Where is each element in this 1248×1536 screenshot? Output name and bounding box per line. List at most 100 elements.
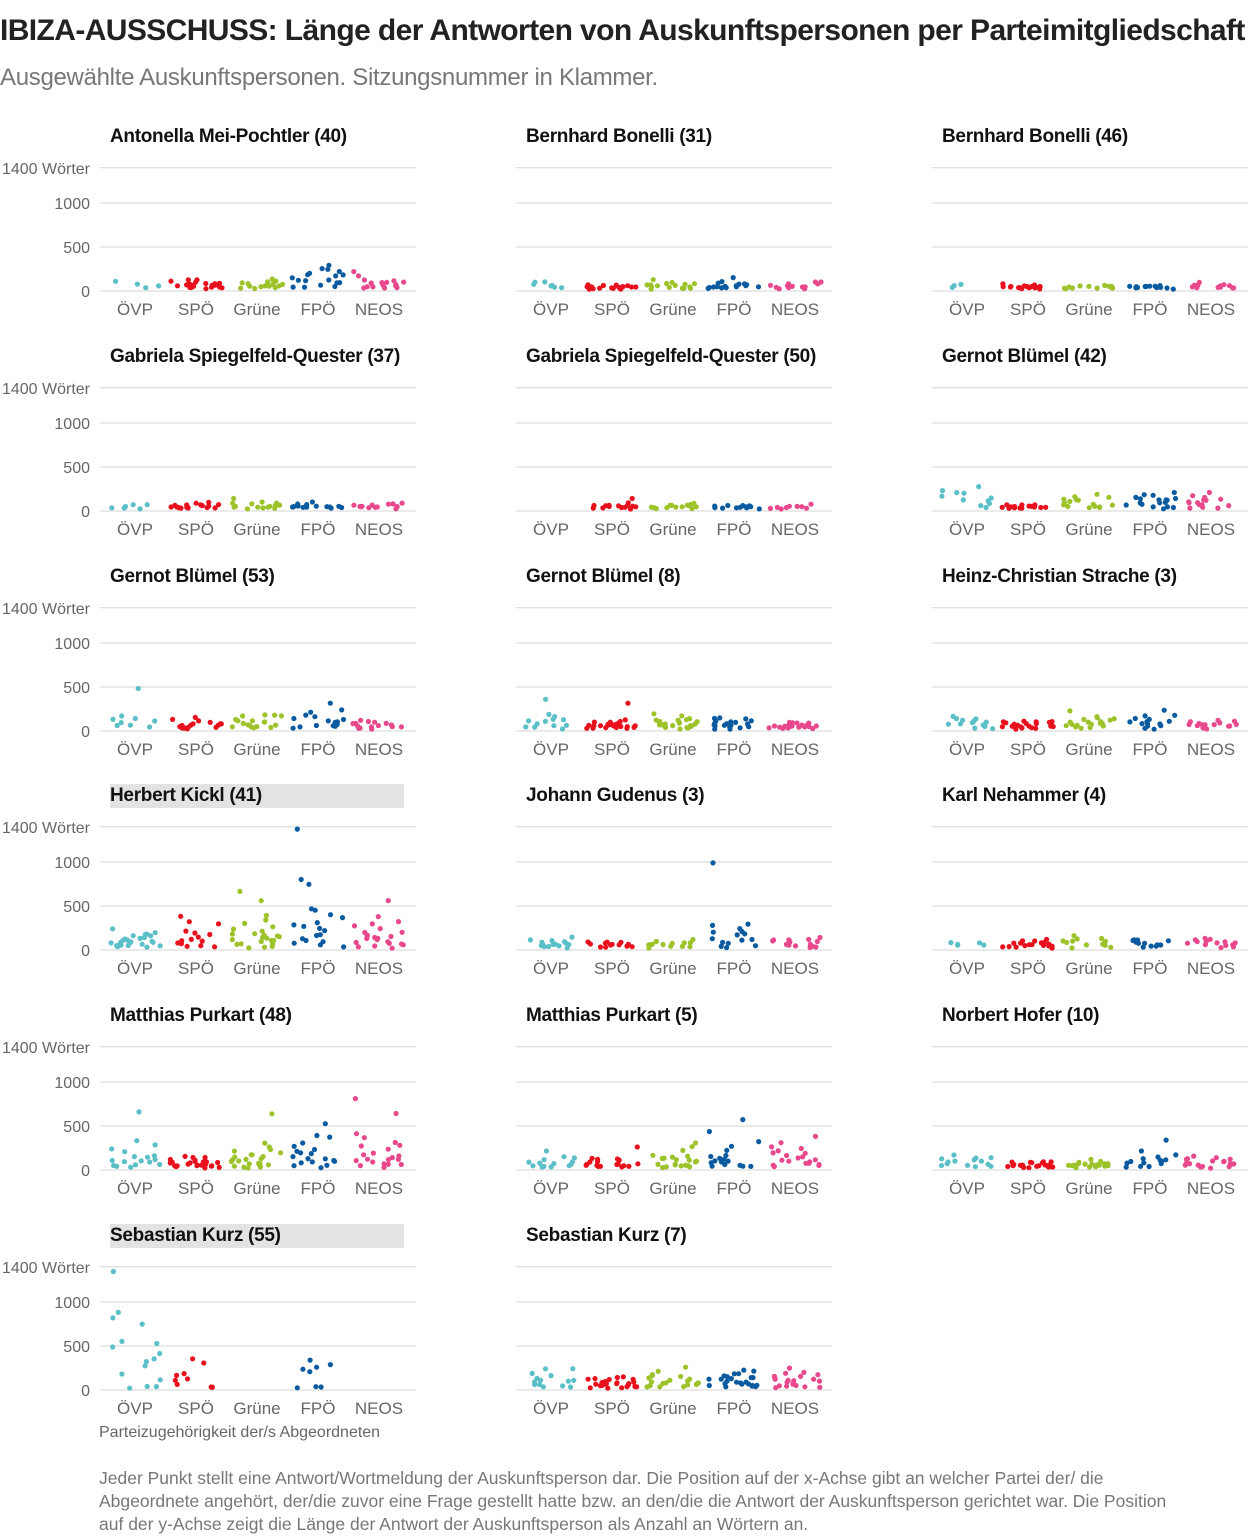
data-point <box>731 1371 737 1377</box>
data-point <box>327 1362 333 1368</box>
data-point <box>1141 492 1147 498</box>
data-point <box>960 717 966 723</box>
data-point <box>789 283 795 289</box>
data-point <box>353 939 359 945</box>
data-point <box>290 284 296 290</box>
x-tick-label: Grüne <box>233 1399 280 1418</box>
data-point <box>356 725 362 731</box>
data-point <box>795 1155 801 1161</box>
x-tick-label: SPÖ <box>1010 740 1046 759</box>
data-point <box>298 876 304 883</box>
x-tick-label: ÖVP <box>117 1179 153 1198</box>
data-point <box>193 279 199 285</box>
data-point <box>725 502 731 509</box>
data-point <box>183 928 189 934</box>
data-point <box>743 1379 749 1385</box>
data-point <box>771 1164 777 1170</box>
panel-title: Karl Nehammer (4) <box>942 785 1106 806</box>
data-point <box>618 939 624 945</box>
x-tick-label: SPÖ <box>1010 959 1046 978</box>
data-point <box>151 1356 157 1362</box>
footnote: Jeder Punkt stellt eine Antwort/Wortmeld… <box>99 1468 1167 1534</box>
data-point <box>728 1143 735 1149</box>
x-tick-label: ÖVP <box>533 1399 569 1418</box>
x-tick-label: ÖVP <box>949 1179 985 1198</box>
data-point <box>246 945 252 951</box>
data-point <box>239 280 245 286</box>
data-point <box>369 726 375 732</box>
data-point <box>584 725 590 731</box>
data-point <box>119 1371 125 1377</box>
data-point <box>686 1157 692 1163</box>
data-point <box>291 940 297 946</box>
data-point <box>740 1117 746 1123</box>
data-point <box>1075 1161 1082 1167</box>
data-point <box>273 722 279 728</box>
data-point <box>741 1367 747 1373</box>
data-point <box>152 1142 158 1148</box>
data-point <box>263 912 269 919</box>
data-point <box>314 920 320 926</box>
data-point <box>265 504 271 510</box>
data-point <box>1026 1165 1032 1171</box>
data-point <box>144 1154 151 1160</box>
data-point <box>377 926 383 932</box>
data-point <box>736 281 742 287</box>
data-point <box>185 1161 191 1167</box>
data-point <box>261 719 267 725</box>
y-tick-label: 1400 Wörter <box>2 381 91 398</box>
x-tick-label: SPÖ <box>178 520 214 539</box>
data-point <box>672 282 678 288</box>
data-point <box>1063 286 1069 292</box>
x-tick-label: NEOS <box>771 300 819 319</box>
data-point <box>322 1121 328 1127</box>
data-point <box>971 1157 977 1163</box>
data-point <box>693 1381 699 1388</box>
data-point <box>309 499 315 505</box>
data-point <box>778 1140 784 1146</box>
data-point <box>650 277 656 283</box>
data-point <box>597 285 603 291</box>
data-point <box>616 284 622 290</box>
x-tick-label: FPÖ <box>301 740 336 759</box>
data-point <box>569 934 575 940</box>
data-point <box>1163 1157 1169 1163</box>
data-point <box>551 723 557 729</box>
data-point <box>122 936 128 942</box>
data-point <box>710 929 716 935</box>
data-point <box>1086 505 1092 511</box>
data-point <box>246 1161 252 1167</box>
x-tick-label: SPÖ <box>594 520 630 539</box>
data-point <box>1184 940 1191 946</box>
data-point <box>1142 725 1148 731</box>
data-point <box>771 723 778 729</box>
data-point <box>1166 718 1172 724</box>
data-point <box>396 1153 402 1159</box>
data-point <box>372 943 378 949</box>
data-point <box>157 1161 163 1168</box>
data-point <box>398 1161 404 1168</box>
data-point <box>307 1357 313 1363</box>
data-point <box>609 285 615 291</box>
data-point <box>381 1164 387 1170</box>
data-point <box>799 284 806 290</box>
data-point <box>156 283 162 289</box>
data-point <box>261 944 268 950</box>
data-point <box>113 278 119 284</box>
x-tick-label: FPÖ <box>1133 740 1168 759</box>
y-tick-label: 500 <box>63 899 90 916</box>
data-point <box>199 938 205 944</box>
data-point <box>756 506 762 512</box>
data-point <box>238 941 244 947</box>
x-tick-label: NEOS <box>1187 300 1235 319</box>
x-tick-label: ÖVP <box>533 300 569 319</box>
data-point <box>1018 724 1024 730</box>
y-tick-label: 0 <box>81 504 90 521</box>
data-point <box>706 1128 712 1135</box>
data-point <box>1109 502 1115 508</box>
panel: ÖVP SPÖ Grüne FPÖ NEOS Matthias Purkart (5) <box>516 1004 836 1204</box>
x-tick-label: SPÖ <box>1010 520 1046 539</box>
data-point <box>1011 940 1017 946</box>
data-point <box>678 1163 684 1169</box>
data-point <box>263 917 269 923</box>
